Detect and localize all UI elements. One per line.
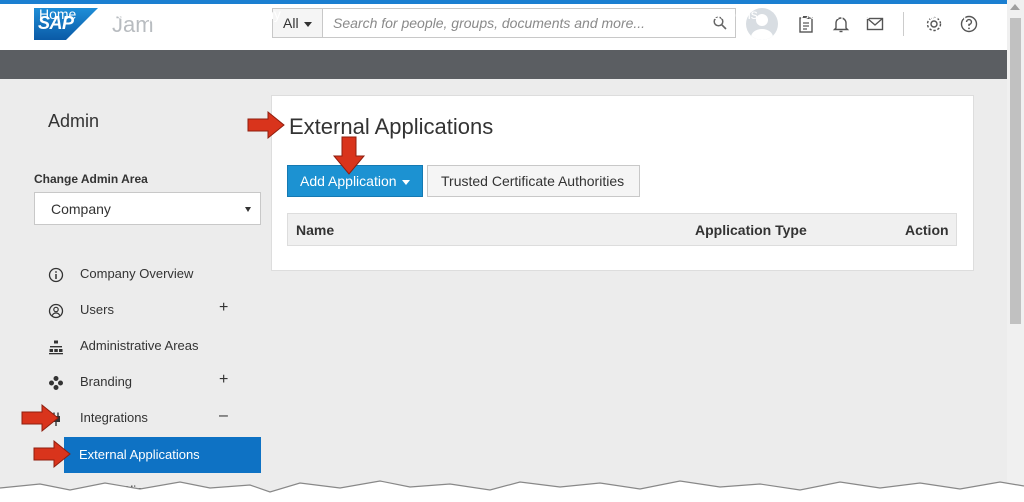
- page-title: External Applications: [289, 114, 494, 139]
- chevron-down-icon: [245, 207, 251, 212]
- sidebar-item-label: Administrative Areas: [80, 338, 199, 353]
- main-nav: [0, 50, 1007, 79]
- admin-area-select[interactable]: Company: [34, 192, 261, 225]
- sidebar-item-label: Users: [80, 302, 114, 317]
- callout-arrow-right-icon: [21, 403, 59, 433]
- sidebar-item-branding[interactable]: Branding +: [34, 367, 261, 397]
- callout-arrow-down-icon: [332, 136, 366, 175]
- callout-arrow-right-icon: [247, 110, 285, 140]
- column-header-action[interactable]: Action: [905, 222, 949, 238]
- scrollbar-thumb[interactable]: [1010, 18, 1021, 324]
- expand-toggle[interactable]: +: [219, 299, 228, 317]
- chevron-down-icon: [168, 12, 177, 18]
- sidebar-item-company-overview[interactable]: Company Overview: [34, 259, 261, 289]
- nav-calendar[interactable]: Calendar: [911, 6, 968, 22]
- applications-table-header: Name Application Type Action: [287, 213, 957, 246]
- expand-toggle[interactable]: +: [219, 371, 228, 389]
- callout-arrow-right-icon: [33, 439, 71, 469]
- torn-edge-decoration: [0, 480, 1024, 502]
- change-admin-area-label: Change Admin Area: [34, 172, 148, 186]
- collapse-toggle[interactable]: –: [219, 407, 228, 425]
- info-icon: [48, 267, 64, 283]
- user-icon: [48, 303, 64, 319]
- sidebar-title: Admin: [48, 111, 100, 131]
- org-chart-icon: [49, 340, 63, 355]
- nav-home[interactable]: Home: [39, 6, 76, 22]
- sidebar-item-label: Company Overview: [80, 266, 194, 281]
- sidebar-item-users[interactable]: Users +: [34, 295, 261, 325]
- sidebar-item-label: Branding: [80, 374, 133, 389]
- nav-recommendations[interactable]: Recommendations: [641, 6, 758, 22]
- sidebar-item-label: Integrations: [80, 410, 148, 425]
- sidebar-item-integrations[interactable]: Integrations –: [34, 403, 261, 433]
- sidebar-item-administrative-areas[interactable]: Administrative Areas: [34, 331, 261, 361]
- nav-bookmarks[interactable]: Bookmarks: [800, 6, 870, 22]
- chevron-down-icon: [401, 179, 410, 185]
- nav-company[interactable]: Company: [221, 6, 281, 22]
- chevron-down-icon: [303, 21, 312, 27]
- trusted-certificate-authorities-button[interactable]: Trusted Certificate Authorities: [427, 165, 640, 197]
- header-divider: [903, 12, 904, 36]
- scroll-up-arrow-icon[interactable]: [1010, 4, 1020, 10]
- nav-groups[interactable]: Groups: [117, 6, 177, 22]
- search-scope-label: All: [283, 15, 299, 31]
- sidebar-item-label: External Applications: [79, 447, 200, 462]
- column-header-application-type[interactable]: Application Type: [695, 222, 807, 238]
- palette-icon: [49, 376, 63, 390]
- admin-area-value: Company: [51, 201, 111, 217]
- column-header-name[interactable]: Name: [296, 222, 334, 238]
- nav-groups-label: Groups: [117, 6, 163, 22]
